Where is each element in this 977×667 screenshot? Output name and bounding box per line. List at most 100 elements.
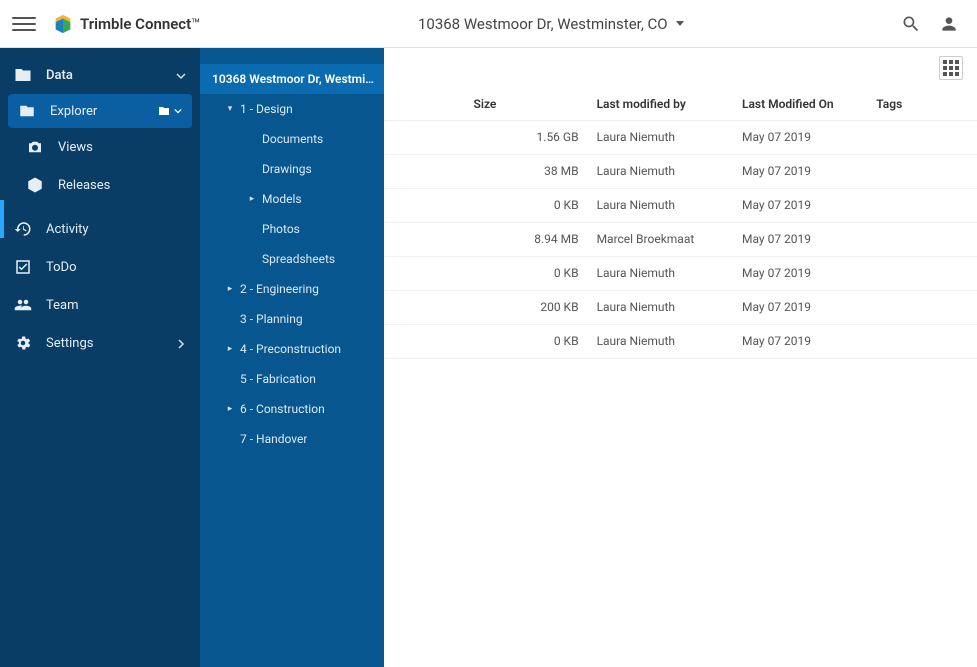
sidebar-item-settings[interactable]: Settings (0, 324, 200, 362)
sidebar-item-releases[interactable]: Releases (0, 166, 200, 204)
chevron-right-icon[interactable]: ▸ (226, 404, 234, 414)
tree-label: Photos (262, 222, 300, 236)
cell-size: 0 KB (474, 188, 597, 222)
cell-size: 38 MB (474, 154, 597, 188)
sidebar-label: Views (58, 140, 93, 155)
cell-modified-by: Laura Niemuth (597, 120, 742, 154)
cell-modified-on: May 07 2019 (742, 256, 876, 290)
tree-item[interactable]: Drawings (200, 154, 384, 184)
sidebar-item-team[interactable]: Team (0, 286, 200, 324)
cell-modified-on: May 07 2019 (742, 120, 876, 154)
tree-label: Spreadsheets (262, 252, 335, 266)
chevron-down-icon (176, 70, 186, 80)
col-on[interactable]: Last Modified On (742, 88, 876, 120)
sidebar-item-todo[interactable]: ToDo (0, 248, 200, 286)
sidebar-label: Releases (58, 178, 110, 193)
cell-modified-on: May 07 2019 (742, 188, 876, 222)
sidebar-item-explorer[interactable]: Explorer (8, 94, 192, 128)
tree-item[interactable]: Photos (200, 214, 384, 244)
tree-label: 7 - Handover (240, 432, 307, 446)
tree-item[interactable]: 7 - Handover (200, 424, 384, 454)
cell-modified-by: Laura Niemuth (597, 324, 742, 358)
search-icon[interactable] (901, 14, 921, 34)
sidebar-item-views[interactable]: Views (0, 128, 200, 166)
folder-icon (14, 66, 32, 84)
col-by[interactable]: Last modified by (597, 88, 742, 120)
cell-tags (876, 188, 977, 222)
table-row[interactable]: 8.94 MBMarcel BroekmaatMay 07 2019 (384, 222, 977, 256)
tree-label: 5 - Fabrication (240, 372, 316, 386)
brand-name: Trimble Connect™ (80, 15, 201, 33)
sidebar-item-activity[interactable]: Activity (0, 210, 200, 248)
folder-tree: 10368 Westmoor Dr, Westmin... ▾ 1 - Desig… (200, 48, 384, 667)
tree-label: 10368 Westmoor Dr, Westmin... (212, 72, 374, 86)
cell-modified-on: May 07 2019 (742, 154, 876, 188)
sidebar-label: Team (46, 298, 79, 313)
table-row[interactable]: 200 KBLaura NiemuthMay 07 2019 (384, 290, 977, 324)
hamburger-menu-icon[interactable] (12, 12, 36, 36)
account-icon[interactable] (939, 14, 959, 34)
cell-modified-on: May 07 2019 (742, 222, 876, 256)
chevron-down-icon[interactable]: ▾ (226, 104, 234, 114)
primary-sidebar: Data Explorer Views Relea (0, 48, 200, 667)
tree-label: Documents (262, 132, 323, 146)
sidebar-label: Activity (46, 222, 89, 237)
table-row[interactable]: 0 KBLaura NiemuthMay 07 2019 (384, 256, 977, 290)
explorer-icon (18, 102, 36, 120)
cell-tags (876, 154, 977, 188)
cell-tags (876, 222, 977, 256)
chevron-down-icon (676, 21, 684, 26)
cell-modified-by: Marcel Broekmaat (597, 222, 742, 256)
history-icon (14, 220, 32, 238)
grid-view-toggle-icon[interactable] (939, 56, 963, 80)
cell-modified-on: May 07 2019 (742, 290, 876, 324)
checkbox-icon (14, 258, 32, 276)
sidebar-item-data[interactable]: Data (0, 56, 200, 94)
cell-tags (876, 256, 977, 290)
package-icon (26, 176, 44, 194)
sidebar-label: Data (46, 68, 73, 83)
table-row[interactable]: 38 MBLaura NiemuthMay 07 2019 (384, 154, 977, 188)
brand-logo[interactable]: Trimble Connect™ (52, 13, 201, 35)
tree-label: Models (262, 192, 302, 206)
app-header: Trimble Connect™ 10368 Westmoor Dr, West… (0, 0, 977, 48)
team-icon (14, 296, 32, 314)
cell-modified-by: Laura Niemuth (597, 188, 742, 222)
tree-item[interactable]: ▾ 1 - Design (200, 94, 384, 124)
chevron-right-icon (176, 338, 186, 348)
tree-label: 2 - Engineering (240, 282, 319, 296)
chevron-right-icon[interactable]: ▸ (248, 194, 256, 204)
tree-item[interactable]: 5 - Fabrication (200, 364, 384, 394)
cell-tags (876, 120, 977, 154)
tree-item[interactable]: ▸ 6 - Construction (200, 394, 384, 424)
tree-item[interactable]: ▸ 4 - Preconstruction (200, 334, 384, 364)
table-row[interactable]: 0 KBLaura NiemuthMay 07 2019 (384, 324, 977, 358)
file-listing: Size Last modified by Last Modified On T… (384, 48, 977, 667)
chevron-right-icon[interactable]: ▸ (226, 284, 234, 294)
cell-size: 200 KB (474, 290, 597, 324)
tree-label: 4 - Preconstruction (240, 342, 341, 356)
cell-tags (876, 324, 977, 358)
tree-item[interactable]: ▸ 2 - Engineering (200, 274, 384, 304)
cell-tags (876, 290, 977, 324)
table-row[interactable]: 1.56 GBLaura NiemuthMay 07 2019 (384, 120, 977, 154)
cell-size: 8.94 MB (474, 222, 597, 256)
tree-item[interactable]: Spreadsheets (200, 244, 384, 274)
sidebar-label: Settings (46, 336, 93, 351)
col-size[interactable]: Size (474, 88, 597, 120)
folder-dropdown-icon[interactable] (157, 105, 182, 117)
tree-label: Drawings (262, 162, 312, 176)
table-row[interactable]: 0 KBLaura NiemuthMay 07 2019 (384, 188, 977, 222)
tree-item[interactable]: 3 - Planning (200, 304, 384, 334)
tree-item[interactable]: Documents (200, 124, 384, 154)
cell-modified-by: Laura Niemuth (597, 154, 742, 188)
tree-root[interactable]: 10368 Westmoor Dr, Westmin... (200, 64, 384, 94)
project-selector[interactable]: 10368 Westmoor Dr, Westminster, CO (418, 15, 684, 33)
tree-item[interactable]: ▸ Models (200, 184, 384, 214)
tree-label: 6 - Construction (240, 402, 325, 416)
col-tags[interactable]: Tags (876, 88, 977, 120)
cell-modified-by: Laura Niemuth (597, 290, 742, 324)
tree-label: 1 - Design (240, 102, 293, 116)
cell-modified-on: May 07 2019 (742, 324, 876, 358)
chevron-right-icon[interactable]: ▸ (226, 344, 234, 354)
